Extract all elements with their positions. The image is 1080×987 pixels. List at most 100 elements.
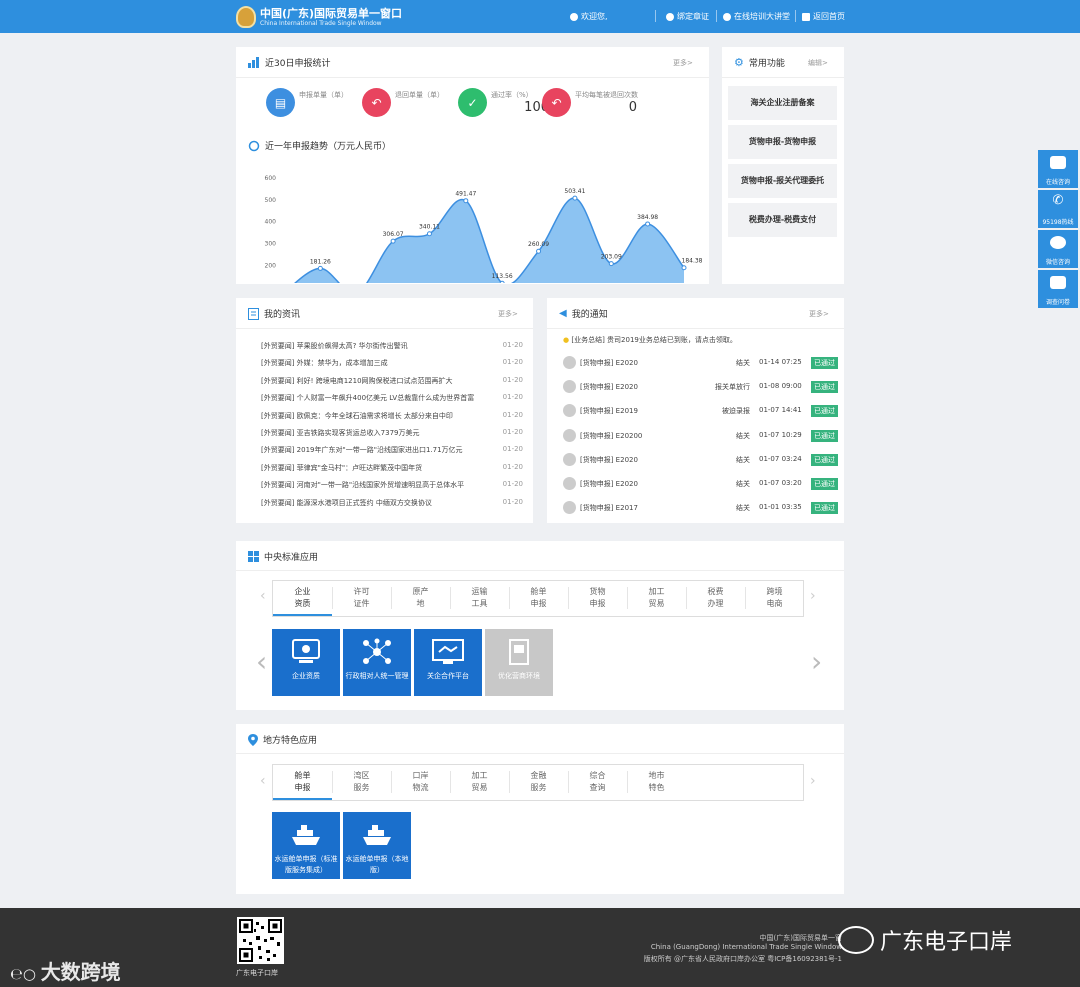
tab-local-5[interactable]: 综合 查询 xyxy=(568,765,627,800)
tiles-prev-arrow[interactable]: ‹ xyxy=(256,645,267,678)
func-agent-entrustment[interactable]: 货物申报-报关代理委托 xyxy=(728,164,837,198)
tab-central-2[interactable]: 原产 地 xyxy=(391,581,450,616)
avatar-icon xyxy=(563,356,576,369)
central-title: 中央标准应用 xyxy=(264,553,319,563)
news-more-link[interactable]: 更多> xyxy=(498,309,518,319)
tab-local-6[interactable]: 地市 特色 xyxy=(627,765,686,800)
func-customs-registration[interactable]: 海关企业注册备案 xyxy=(728,86,837,120)
func-goods-declaration[interactable]: 货物申报-货物申报 xyxy=(728,125,837,159)
notice-row[interactable]: [货物申报] E2017 结关 01-01 03:35 已通过 xyxy=(563,500,838,516)
notice-status: 结关 xyxy=(736,455,750,464)
return-home-link[interactable]: 返回首页 xyxy=(802,11,845,22)
news-item[interactable]: [外贸要闻] 个人财富一年飙升400亿美元 LV总裁靠什么成为世界首富 xyxy=(261,393,516,403)
survey-icon xyxy=(1050,276,1066,289)
avatar-icon xyxy=(563,428,576,442)
tab-local-4[interactable]: 金融 服务 xyxy=(509,765,568,800)
data-point xyxy=(463,198,469,204)
notice-summary[interactable]: ● [业务总结] 贵司2019业务总结已到账，请点击领取。 xyxy=(563,335,737,345)
tab-central-7[interactable]: 税费 办理 xyxy=(686,581,745,616)
news-item[interactable]: [外贸要闻] 亚吉铁路实现客货运总收入7379万美元 xyxy=(261,428,516,438)
data-point xyxy=(426,231,432,237)
app-tile-central-3[interactable]: 优化营商环境 xyxy=(485,629,553,696)
data-point xyxy=(317,265,323,271)
file-icon: ▤ xyxy=(266,88,295,117)
tabs-prev-arrow[interactable]: ‹ xyxy=(260,588,266,604)
app-tile-central-0[interactable]: 企业资质 xyxy=(272,629,340,696)
tab-central-6[interactable]: 加工 贸易 xyxy=(627,581,686,616)
sidebar-wechat[interactable]: 微信咨询 xyxy=(1038,230,1078,268)
return-icon: ↶ xyxy=(542,88,571,117)
tab-central-8[interactable]: 跨境 电商 xyxy=(745,581,804,616)
app-tile-local-1[interactable]: 水运舱单申报（本地版） xyxy=(343,812,411,879)
sidebar-online-consult[interactable]: 在线咨询 xyxy=(1038,150,1078,188)
notice-time: 01-07 14:41 xyxy=(759,406,802,415)
news-item[interactable]: [外贸要闻] 利好! 跨境电商1210网购保税进口试点范围再扩大 xyxy=(261,376,516,386)
notice-status: 结关 xyxy=(736,504,750,513)
play-icon xyxy=(723,12,731,21)
news-item[interactable]: [外贸要闻] 欧佩克：今年全球石油需求将增长 太部分来自中印 xyxy=(261,411,516,421)
status-badge: 已通过 xyxy=(811,453,838,466)
data-label: 306.07 xyxy=(383,231,404,238)
data-label: 184.38 xyxy=(682,258,703,265)
stat-label: 通过率（%） xyxy=(491,91,533,99)
notice-time: 01-07 03:20 xyxy=(759,479,802,487)
news-item[interactable]: [外贸要闻] 能源深水港项目正式签约 中缅双方交换协议 xyxy=(261,498,516,508)
notice-row[interactable]: [货物申报] E2020 结关 01-07 03:20 已通过 xyxy=(563,476,838,492)
divider xyxy=(722,77,844,78)
bind-cert-link[interactable]: 绑定章证 xyxy=(666,11,709,22)
tab-local-3[interactable]: 加工 贸易 xyxy=(450,765,509,800)
tab-divider xyxy=(627,771,628,793)
func-tax-payment[interactable]: 税费办理-税费支付 xyxy=(728,203,837,237)
tabs-next-arrow[interactable]: › xyxy=(810,773,816,789)
welcome-link[interactable]: 欢迎您, xyxy=(570,11,608,22)
data-point xyxy=(390,238,396,244)
news-item[interactable]: [外贸要闻] 2019年广东对"一带一路"沿线国家进出口1.71万亿元 xyxy=(261,445,516,455)
tab-central-1[interactable]: 许可 证件 xyxy=(332,581,391,616)
data-point xyxy=(572,195,578,201)
data-label: 113.56 xyxy=(492,273,513,280)
trend-chart: 600500400300200100070.47181.2667.72306.0… xyxy=(265,175,703,283)
stat-returned: ↶ 退回单量（单） 0 xyxy=(362,88,473,120)
notice-row[interactable]: [货物申报] E2020 结关 01-14 07:25 已通过 xyxy=(563,355,838,371)
sidebar-hotline[interactable]: ✆ 95198热线 xyxy=(1038,190,1078,228)
tab-central-5[interactable]: 货物 申报 xyxy=(568,581,627,616)
app-tile-central-2[interactable]: 关企合作平台 xyxy=(414,629,482,696)
notice-row[interactable]: [货物申报] E2020 报关单放行 01-08 09:00 已通过 xyxy=(563,379,838,395)
wechat-icon xyxy=(838,926,874,954)
tabs-next-arrow[interactable]: › xyxy=(810,588,816,604)
tiles-next-arrow[interactable]: › xyxy=(811,645,822,678)
emblem-logo xyxy=(236,6,256,28)
notices-more-link[interactable]: 更多> xyxy=(809,309,829,319)
app-tile-local-0[interactable]: 水运舱单申报（标准版服务集成） xyxy=(272,812,340,879)
tab-local-0[interactable]: 舱单 申报 xyxy=(273,765,332,800)
tab-local-2[interactable]: 口岸 物流 xyxy=(391,765,450,800)
sidebar-survey[interactable]: 调查问卷 xyxy=(1038,270,1078,308)
news-item[interactable]: [外贸要闻] 河南对"一带一路"沿线国家外贸增速明显高于总体水平 xyxy=(261,480,516,490)
status-badge: 已通过 xyxy=(811,357,838,369)
tab-central-3[interactable]: 运输 工具 xyxy=(450,581,509,616)
tabs-prev-arrow[interactable]: ‹ xyxy=(260,773,266,789)
tab-divider xyxy=(391,771,392,793)
stats-more-link[interactable]: 更多> xyxy=(673,58,693,68)
notice-row[interactable]: [货物申报] E2019 被迫录报 01-07 14:41 已通过 xyxy=(563,403,838,419)
tile-label: 企业资质 xyxy=(292,672,320,680)
tab-local-1[interactable]: 湾区 服务 xyxy=(332,765,391,800)
news-date: 01-20 xyxy=(502,375,523,384)
tab-central-4[interactable]: 舱单 申报 xyxy=(509,581,568,616)
app-tile-central-1[interactable]: 行政相对人统一管理 xyxy=(343,629,411,696)
online-training-link[interactable]: 在线培训大讲堂 xyxy=(723,11,790,22)
central-apps-panel: 中央标准应用 ‹ › 企业 资质 许可 证件 原产 地运输 工具 舱单 申报 货物 申报… xyxy=(236,541,844,710)
local-title: 地方特色应用 xyxy=(263,736,318,746)
news-item[interactable]: [外贸要闻] 菲律宾"金马村"：卢旺达畔繁茂中国年货 xyxy=(261,463,516,473)
notice-row[interactable]: [货物申报] E20200 结关 01-07 10:29 已通过 xyxy=(563,428,838,444)
common-edit-link[interactable]: 编辑> xyxy=(808,58,828,68)
grid-icon xyxy=(248,551,259,562)
stat-label: 退回单量（单） xyxy=(395,91,444,99)
watermark-right: 广东电子口岸 xyxy=(838,924,1012,956)
notice-row[interactable]: [货物申报] E2020 结关 01-07 03:24 已通过 xyxy=(563,452,838,468)
location-pin-icon xyxy=(248,733,258,746)
news-item[interactable]: [外贸要闻] 外媒：禁华为，成本增加三成 xyxy=(261,358,516,368)
news-item[interactable]: [外贸要闻] 苹果股价飙得太高? 华尔街传出警讯 xyxy=(261,341,516,351)
tab-central-0[interactable]: 企业 资质 xyxy=(273,581,332,616)
footer-line1: 中国(广东)国际贸易单一窗 xyxy=(759,934,842,942)
